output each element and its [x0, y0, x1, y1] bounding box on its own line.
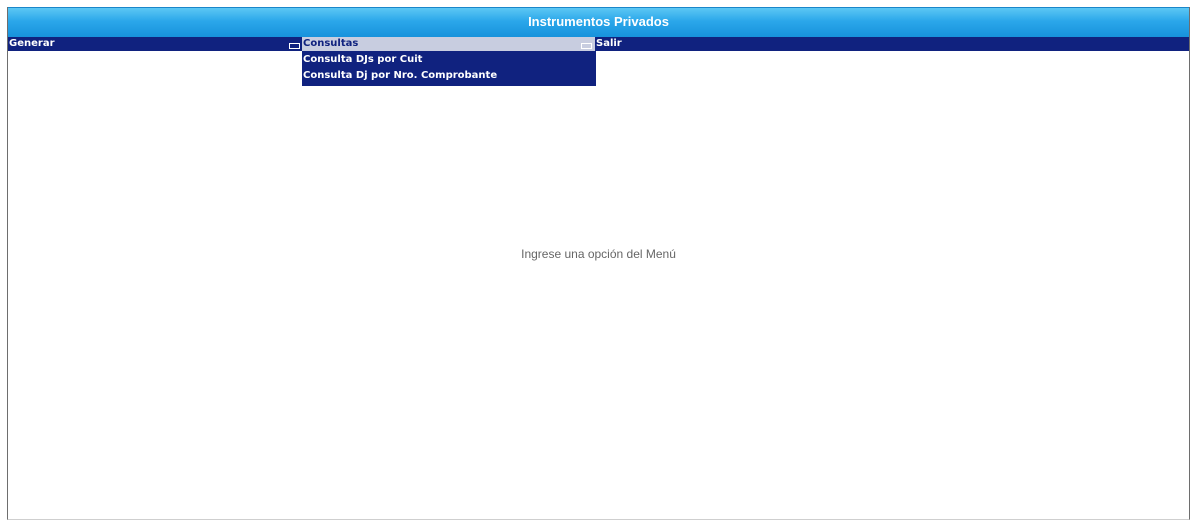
- submenu-item-consulta-dj-por-nro-comprobante[interactable]: Consulta Dj por Nro. Comprobante: [302, 68, 596, 84]
- menu-item-salir[interactable]: Salir: [595, 37, 895, 51]
- collapse-icon[interactable]: [581, 43, 592, 49]
- app-window: Instrumentos Privados Generar Consultas …: [7, 7, 1190, 520]
- instruction-message: Ingrese una opción del Menú: [521, 247, 676, 261]
- menu-item-label: Consultas: [303, 38, 359, 49]
- collapse-icon[interactable]: [289, 43, 300, 49]
- page-title: Instrumentos Privados: [8, 7, 1189, 37]
- menu-item-generar[interactable]: Generar: [8, 37, 302, 51]
- menu-item-consultas[interactable]: Consultas: [302, 37, 595, 51]
- menu-bar: Generar Consultas Salir: [8, 37, 1189, 51]
- consultas-dropdown: Consulta DJs por Cuit Consulta Dj por Nr…: [302, 51, 596, 86]
- menu-item-label: Salir: [596, 38, 622, 49]
- submenu-item-consulta-djs-por-cuit[interactable]: Consulta DJs por Cuit: [302, 52, 596, 68]
- menu-item-label: Generar: [9, 38, 55, 49]
